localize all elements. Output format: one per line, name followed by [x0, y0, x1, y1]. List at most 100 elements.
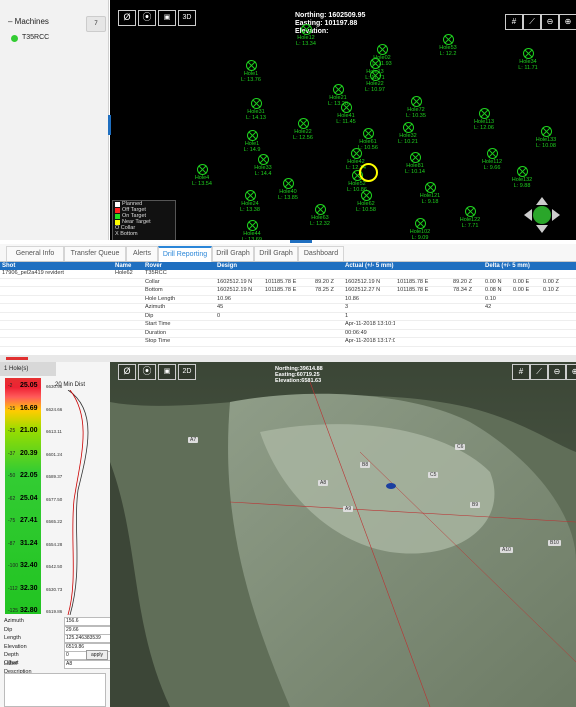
hole-tag-3d[interactable]: A9	[343, 506, 354, 512]
table-row[interactable]: 17906_pel2a419 revidert Hole62 T35RCC	[0, 270, 576, 279]
hole-marker[interactable]: Hole22 L: 10.97	[360, 70, 390, 93]
crosshair-icon[interactable]: ⦿	[138, 364, 156, 380]
hole-marker[interactable]: Hole32 L: 10.21	[393, 122, 423, 145]
hole-marker[interactable]: Hole122 L: 7.71	[455, 206, 485, 229]
tab-drill-graph[interactable]: Drill Graph	[212, 246, 254, 261]
hole-marker[interactable]: Hole44 L: 13.69	[237, 220, 267, 240]
hole-marker[interactable]: Hole62 L: 10.58	[351, 190, 381, 213]
table-row[interactable]: Stop Time Apr-11-2018 13:17:07	[0, 337, 576, 347]
col-delta[interactable]: Delta (+/- 5 mm)	[483, 262, 576, 270]
hole-marker[interactable]: Hole112 L: 9.66	[477, 148, 507, 171]
table-row[interactable]: Azimuth 45 3 42	[0, 303, 576, 313]
grid-icon[interactable]: #	[512, 364, 530, 380]
hole-marker[interactable]: Hole31 L: 14.13	[241, 98, 271, 121]
tab-drill-graph-2[interactable]: Drill Graph	[254, 246, 298, 261]
table-row[interactable]: Hole Length 10.96 10.86 0.10	[0, 295, 576, 304]
table-row[interactable]: Bottom 1602512.19 N 101185.78 E 78.25 Z 1602…	[0, 286, 576, 296]
hole-marker[interactable]: Hole53 L: 12.2	[433, 34, 463, 57]
target-circle-icon[interactable]: Ø	[118, 364, 136, 380]
col-actual[interactable]: Actual (+/- 5 mm)	[343, 262, 484, 270]
table-cell	[395, 303, 452, 313]
col-name[interactable]: Name	[113, 262, 143, 270]
machine-item-name[interactable]: T35RCC	[22, 34, 49, 41]
tab-transfer-queue[interactable]: Transfer Queue	[64, 246, 126, 261]
hole-symbol-icon	[340, 102, 352, 113]
hole-length: L: 9.09	[411, 235, 429, 240]
pan-control[interactable]	[522, 195, 562, 235]
hole-symbol-icon	[250, 98, 262, 109]
grid-icon[interactable]: #	[505, 14, 523, 30]
crosshair-icon[interactable]: ⦿	[138, 10, 156, 26]
hole-marker[interactable]: Hole81 L: 10.14	[400, 152, 430, 175]
hole-tag-3d[interactable]: C5	[428, 472, 439, 478]
map-view-3d[interactable]: Ø ⦿ ▣ 2D Northing:39614.88 Easting:60719…	[110, 362, 576, 707]
map-view-2d[interactable]: Ø ⦿ ▣ 3D Northing: 1602509.95 Easting: 1…	[110, 0, 576, 240]
description-textarea[interactable]	[4, 673, 106, 707]
table-row[interactable]: Duration 00:06:49	[0, 329, 576, 338]
hole-marker[interactable]: Hole63 L: 12.32	[305, 204, 335, 227]
table-row[interactable]: Dip 0 1	[0, 312, 576, 321]
legend-swatch	[115, 207, 120, 213]
hole-tag-3d[interactable]: A8	[318, 480, 329, 486]
hole-symbol-icon	[410, 96, 422, 107]
table-row[interactable]: Collar 1602512.19 N 101185.78 E 89.20 Z 1602…	[0, 278, 576, 287]
machines-title[interactable]: – Machines	[8, 17, 49, 26]
hole-symbol-icon	[478, 108, 490, 119]
2d-icon[interactable]: 2D	[178, 364, 196, 380]
hole-symbol-icon	[369, 70, 381, 81]
table-row[interactable]: Start Time Apr-11-2018 13:10:18	[0, 320, 576, 330]
3d-icon[interactable]: 3D	[178, 10, 196, 26]
table-cell: Dip	[143, 312, 215, 321]
hole-tag-3d[interactable]: B8	[360, 462, 371, 468]
vertical-splitter-handle[interactable]	[290, 240, 312, 243]
tab-general-info[interactable]: General Info	[6, 246, 64, 261]
hole-marker[interactable]: Hole41 L: 11.45	[331, 102, 361, 125]
pan-arrows-icon[interactable]	[522, 195, 562, 235]
machines-count-badge[interactable]: 7	[86, 16, 106, 32]
hole-tag-3d[interactable]: C6	[455, 444, 466, 450]
hole-marker[interactable]: Hole34 L: 11.71	[513, 48, 543, 71]
tab-drill-reporting[interactable]: Drill Reporting	[158, 246, 212, 262]
col-rover[interactable]: Rover	[143, 262, 215, 270]
measure-icon[interactable]: ⟋	[523, 14, 541, 30]
table-cell	[511, 303, 542, 313]
hole-tag-3d[interactable]: B10	[548, 540, 561, 546]
table-cell	[541, 337, 576, 347]
zoom-out-icon[interactable]: ⊖	[541, 14, 559, 30]
camera-icon[interactable]: ▣	[158, 364, 176, 380]
hole-marker[interactable]: Hole113 L: 12.06	[469, 108, 499, 131]
hole-marker[interactable]: Hole40 L: 13.85	[273, 178, 303, 201]
hole-marker[interactable]: Hole133 L: 10.08	[531, 126, 561, 149]
hole-tag-3d[interactable]: B9	[470, 502, 481, 508]
apply-button[interactable]: apply	[86, 650, 108, 660]
measure-icon[interactable]: ⟋	[530, 364, 548, 380]
tab-dashboard[interactable]: Dashboard	[298, 246, 344, 261]
hole-marker[interactable]: Hole02 L: 11.93	[367, 44, 397, 67]
target-circle-icon[interactable]: Ø	[118, 10, 136, 26]
hole-marker[interactable]: Hole72 L: 10.35	[401, 96, 431, 119]
table-cell: 78.25 Z	[313, 286, 344, 296]
hole-marker[interactable]: Hole22 L: 12.56	[288, 118, 318, 141]
hole-marker[interactable]: Hole1 L: 14.9	[237, 130, 267, 153]
hole-marker[interactable]: Hole132 L: 9.88	[507, 166, 537, 189]
hole-marker[interactable]: Hole24 L: 13.38	[235, 190, 265, 213]
hole-length: L: 10.35	[406, 113, 426, 119]
hole-marker[interactable]: Hole4 L: 13.54	[187, 164, 217, 187]
hole-marker[interactable]: Hole1 L: 13.76	[236, 60, 266, 83]
hole-tag-3d[interactable]: A7	[188, 437, 199, 443]
zoom-in-icon[interactable]: ⊕	[566, 364, 576, 380]
hole-marker[interactable]: Hole33 L: 14.4	[248, 154, 278, 177]
zoom-in-icon[interactable]: ⊕	[559, 14, 576, 30]
hole-tag-3d[interactable]: A10	[500, 547, 513, 553]
zoom-out-icon[interactable]: ⊖	[548, 364, 566, 380]
hole-marker[interactable]: Hole121 L: 9.18	[415, 182, 445, 205]
hole-marker[interactable]: Hole12 L: 13.34	[291, 24, 321, 47]
tab-alerts[interactable]: Alerts	[126, 246, 158, 261]
elevation-readout-3d: Elevation:6581.63	[275, 378, 322, 384]
hole-marker[interactable]: Hole102 L: 9.09	[405, 218, 435, 240]
panel-splitter-handle[interactable]	[108, 115, 111, 135]
col-design[interactable]: Design	[215, 262, 344, 270]
col-shot[interactable]: Shot	[0, 262, 113, 270]
camera-icon[interactable]: ▣	[158, 10, 176, 26]
selected-hole-highlight[interactable]	[359, 163, 378, 182]
